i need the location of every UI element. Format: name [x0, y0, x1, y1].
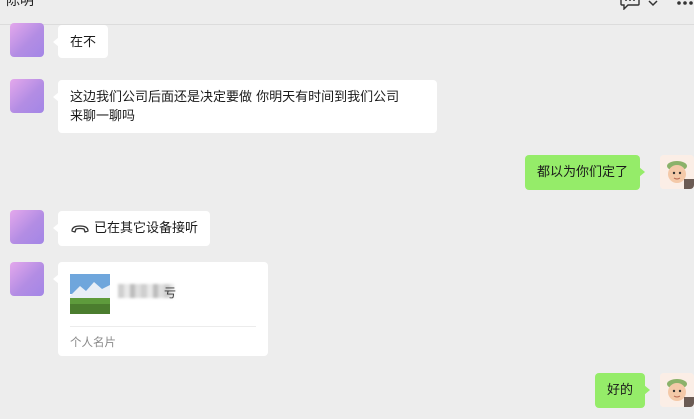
- card-divider: [70, 326, 256, 327]
- more-horizontal-icon[interactable]: [676, 0, 694, 7]
- card-type-label: 个人名片: [70, 335, 116, 349]
- message-text-line: 这边我们公司后面还是决定要做 你明天有时间到我们公司: [70, 90, 400, 105]
- phone-hangup-icon: [71, 224, 89, 233]
- card-name: 亏: [164, 286, 177, 300]
- message-text: 都以为你们定了: [537, 165, 629, 180]
- chat-title: 陈明: [6, 0, 34, 9]
- contact-avatar[interactable]: [10, 79, 44, 113]
- baby-avatar-icon: [660, 155, 694, 189]
- baby-avatar-icon: [660, 373, 694, 407]
- message-text-line: 来聊一聊吗: [70, 109, 136, 124]
- card-avatar: [70, 274, 110, 314]
- message-text: 好的: [607, 383, 634, 398]
- message-bubble[interactable]: 在不: [52, 25, 109, 58]
- message-bubble-self[interactable]: 好的: [595, 373, 651, 408]
- message-bubble[interactable]: 这边我们公司后面还是决定要做 你明天有时间到我们公司 来聊一聊吗: [53, 80, 437, 133]
- contact-avatar[interactable]: [10, 210, 44, 244]
- chat-header: 陈明: [0, 0, 694, 25]
- chat-bubble-icon[interactable]: [620, 0, 640, 10]
- self-avatar[interactable]: [660, 155, 694, 189]
- call-notice-bubble[interactable]: 已在其它设备接听: [52, 211, 211, 246]
- self-avatar[interactable]: [660, 373, 694, 407]
- call-notice-text: 已在其它设备接听: [94, 221, 199, 236]
- landscape-image-icon: [70, 274, 110, 314]
- contact-avatar[interactable]: [10, 262, 44, 296]
- contact-card[interactable]: 亏 个人名片: [53, 262, 268, 356]
- message-text: 在不: [70, 35, 97, 50]
- contact-avatar[interactable]: [10, 23, 44, 57]
- message-bubble-self[interactable]: 都以为你们定了: [525, 155, 646, 190]
- chevron-down-icon[interactable]: [648, 0, 658, 8]
